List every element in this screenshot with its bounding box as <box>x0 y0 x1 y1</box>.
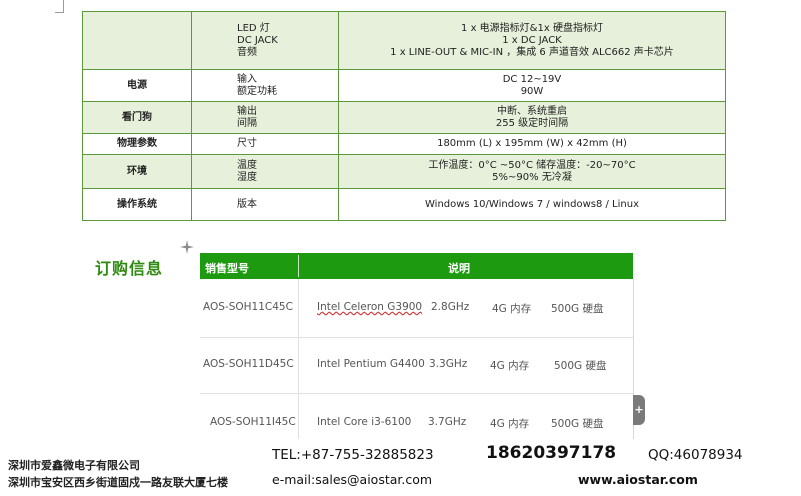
spec-subitem-label: 版本 <box>237 198 257 210</box>
ram-cell: 4G 内存 <box>490 360 530 372</box>
spec-subitems: 版本 <box>191 188 339 221</box>
spec-subitem-label: 输入 <box>237 73 257 85</box>
model-cell: AOS-SOH11I45C <box>210 416 296 428</box>
spec-category <box>82 11 192 70</box>
spec-category: 物理参数 <box>82 133 192 155</box>
cpu-cell: Intel Celeron G3900 <box>317 301 423 313</box>
cpu-cell: Intel Pentium G4400 <box>317 358 425 370</box>
spec-subitems: 输出 间隔 <box>191 101 339 134</box>
spec-category: 电源 <box>82 69 192 102</box>
telephone: TEL:+87-755-32885823 <box>272 447 434 463</box>
table-row: AOS-SOH11I45C Intel Core i3-6100 3.7GHz … <box>200 416 633 430</box>
spec-category: 看门狗 <box>82 101 192 134</box>
spec-value: 1 x 电源指标灯&1x 硬盘指标灯 <box>461 22 603 34</box>
spec-subitem-label: 间隔 <box>237 117 257 129</box>
spec-subitem-label: 输出 <box>237 105 257 117</box>
spec-subitem-label: DC JACK <box>237 34 278 46</box>
freq-cell: 3.7GHz <box>428 416 467 428</box>
spec-category: 操作系统 <box>82 188 192 221</box>
spec-value: Windows 10/Windows 7 / windows8 / Linux <box>425 198 639 210</box>
header-model: 销售型号 <box>205 262 249 275</box>
spec-table: LED 灯 DC JACK 音频 1 x 电源指标灯&1x 硬盘指标灯 1 x DC J… <box>82 11 726 221</box>
qq-number: QQ:46078934 <box>648 447 743 463</box>
spec-value: 5%~90% 无冷凝 <box>492 171 572 183</box>
disk-cell: 500G 硬盘 <box>554 360 607 372</box>
spec-category: 环境 <box>82 154 192 189</box>
mobile-number: 18620397178 <box>486 443 617 463</box>
table-row: AOS-SOH11D45C Intel Pentium G4400 3.3GHz… <box>200 358 633 372</box>
ram-cell: 4G 内存 <box>492 303 532 315</box>
spec-subitem-label: 尺寸 <box>237 138 257 149</box>
spec-row: 看门狗 输出 间隔 中断、系统重启 255 级定时间隔 <box>82 101 726 134</box>
spec-row: 操作系统 版本 Windows 10/Windows 7 / windows8 / … <box>82 188 726 221</box>
spec-values: DC 12~19V 90W <box>338 69 726 102</box>
spec-row: LED 灯 DC JACK 音频 1 x 电源指标灯&1x 硬盘指标灯 1 x DC J… <box>82 11 726 70</box>
row-divider <box>200 337 633 338</box>
freq-cell: 2.8GHz <box>431 301 470 313</box>
spec-values: 工作温度：0°C ~50°C 储存温度：-20~70°C 5%~90% 无冷凝 <box>338 154 726 189</box>
order-section-title: 订购信息 <box>95 259 164 278</box>
spec-value: 90W <box>520 85 544 97</box>
spec-subitem-label: LED 灯 <box>237 22 270 34</box>
company-name: 深圳市爱鑫微电子有限公司 <box>8 459 140 472</box>
spec-subitems: 输入 额定功耗 <box>191 69 339 102</box>
spec-values: 中断、系统重启 255 级定时间隔 <box>338 101 726 134</box>
spec-values: Windows 10/Windows 7 / windows8 / Linux <box>338 188 726 221</box>
spec-subitems: 尺寸 <box>191 133 339 155</box>
page-corner-mark <box>55 0 64 13</box>
spec-value: 中断、系统重启 <box>497 105 567 117</box>
header-divider <box>298 255 299 277</box>
website-link[interactable]: www.aiostar.com <box>578 472 698 487</box>
spec-value: 工作温度：0°C ~50°C 储存温度：-20~70°C <box>428 159 636 171</box>
spec-row: 电源 输入 额定功耗 DC 12~19V 90W <box>82 69 726 102</box>
disk-cell: 500G 硬盘 <box>551 303 604 315</box>
spec-value: 255 级定时间隔 <box>495 117 569 129</box>
spec-subitems: 温度 湿度 <box>191 154 339 189</box>
model-cell: AOS-SOH11C45C <box>203 301 293 313</box>
spec-values: 1 x 电源指标灯&1x 硬盘指标灯 1 x DC JACK 1 x LINE-OU… <box>338 11 726 70</box>
spec-subitem-label: 湿度 <box>237 171 257 183</box>
ram-cell: 4G 内存 <box>490 418 530 430</box>
cpu-cell: Intel Core i3-6100 <box>317 416 412 428</box>
disk-cell: 500G 硬盘 <box>551 418 604 430</box>
table-row: AOS-SOH11C45C Intel Celeron G3900 2.8GHz… <box>200 301 633 315</box>
spec-value: DC 12~19V <box>502 73 562 85</box>
company-address: 深圳市宝安区西乡街道固戍一路友联大厦七楼 <box>8 476 228 489</box>
spec-subitems: LED 灯 DC JACK 音频 <box>191 11 339 70</box>
order-table-header: 销售型号 说明 <box>200 253 633 279</box>
email-address[interactable]: e-mail:sales@aiostar.com <box>272 472 432 487</box>
spec-row: 物理参数 尺寸 180mm (L) x 195mm (W) x 42mm (H) <box>82 133 726 155</box>
spec-row: 环境 温度 湿度 工作温度：0°C ~50°C 储存温度：-20~70°C 5%~90%… <box>82 154 726 189</box>
spec-value: 180mm (L) x 195mm (W) x 42mm (H) <box>437 138 627 149</box>
freq-cell: 3.3GHz <box>429 358 468 370</box>
spec-subitem-label: 额定功耗 <box>237 85 277 97</box>
header-description: 说明 <box>448 262 470 275</box>
row-divider <box>200 393 633 394</box>
spec-subitem-label: 温度 <box>237 159 257 171</box>
sparkle-icon <box>180 240 194 254</box>
expand-table-button[interactable]: + <box>633 395 645 425</box>
spec-value: 1 x DC JACK <box>502 34 562 46</box>
model-cell: AOS-SOH11D45C <box>203 358 294 370</box>
spec-values: 180mm (L) x 195mm (W) x 42mm (H) <box>338 133 726 155</box>
order-table-body: AOS-SOH11C45C Intel Celeron G3900 2.8GHz… <box>200 279 634 439</box>
spec-subitem-label: 音频 <box>237 46 257 58</box>
spec-value: 1 x LINE-OUT & MIC-IN ，集成 6 声道音效 ALC662 … <box>390 46 674 58</box>
